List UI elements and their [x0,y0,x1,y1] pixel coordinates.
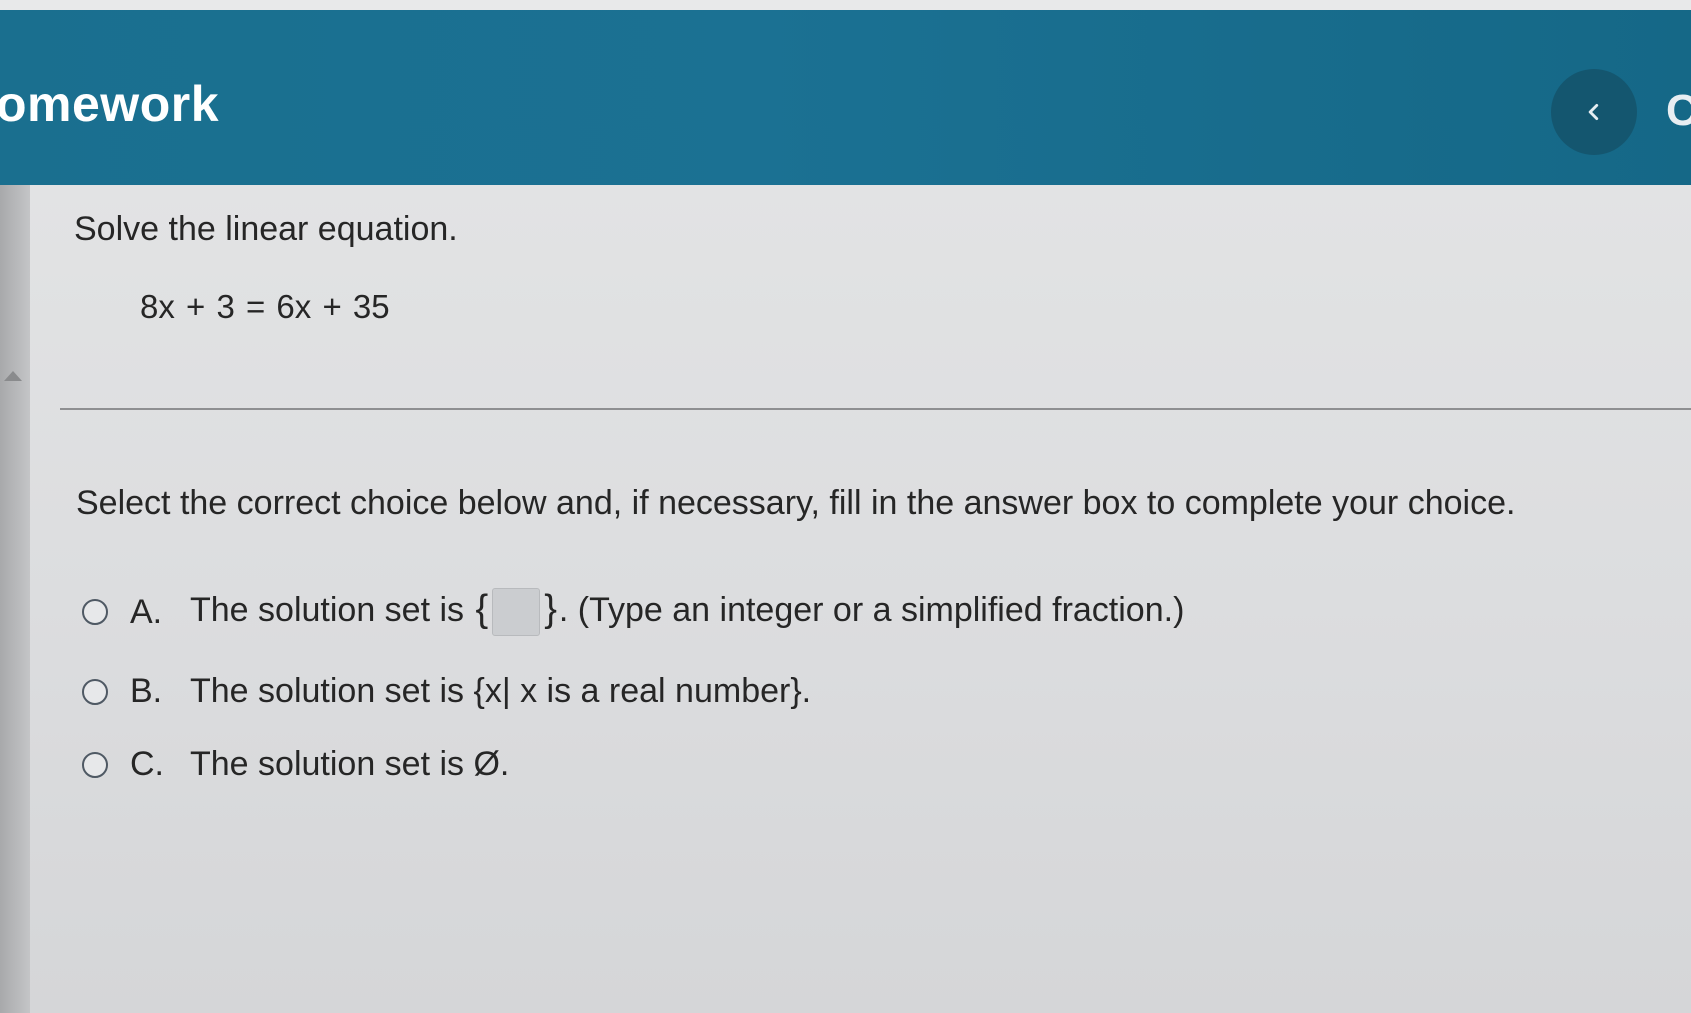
answer-input-box[interactable] [492,588,541,637]
choice-a-radio[interactable] [82,599,108,625]
choice-a-text-before: The solution set is [190,591,465,629]
choice-a-text-after: . (Type an integer or a simplified fract… [558,591,1185,629]
left-scroll-bar[interactable] [0,185,30,1013]
choice-b[interactable]: B. The solution set is {x| x is a real n… [82,672,811,711]
choice-c-letter: C. [130,745,164,783]
next-button-label: C [1666,88,1691,134]
instruction-text: Select the correct choice below and, if … [76,484,1516,522]
choice-b-text: The solution set is {x| x is a real numb… [190,672,812,710]
page-title: omework [0,76,220,132]
choice-a-letter: A. [130,592,163,631]
next-button-partial[interactable]: C [1666,88,1691,134]
choice-a-brace-close: } [544,588,557,630]
scroll-up-arrow-icon[interactable] [4,371,22,381]
top-strip [0,0,1691,10]
choice-a-text: The solution set is {}. (Type an integer… [190,588,1185,637]
section-divider [60,408,1691,410]
choice-b-letter: B. [130,672,163,710]
question-title: Solve the linear equation. [74,210,458,248]
chevron-left-icon [1588,103,1599,121]
choice-c-text: The solution set is Ø. [190,745,510,783]
choice-c-radio[interactable] [82,751,108,778]
header-bar: omework C [0,10,1691,185]
choice-a-brace-open: { [475,588,489,630]
choice-b-radio[interactable] [82,678,108,705]
choice-c[interactable]: C. The solution set is Ø. [82,745,509,784]
previous-button[interactable] [1551,69,1637,155]
choice-a[interactable]: A. The solution set is {}. (Type an inte… [82,588,1185,637]
equation: 8x + 3 = 6x + 35 [140,288,390,325]
